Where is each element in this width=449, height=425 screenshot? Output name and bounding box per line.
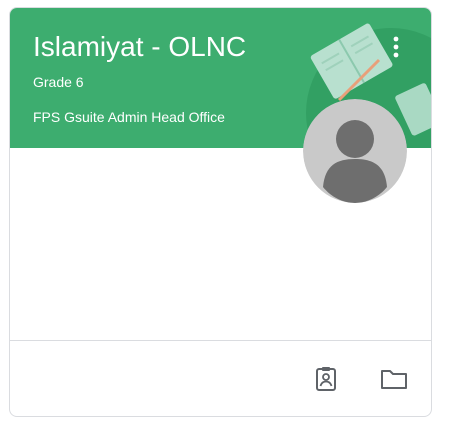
open-gradebook-button[interactable] [310, 363, 342, 395]
class-card: Islamiyat - OLNC Grade 6 FPS Gsuite Admi… [9, 7, 432, 417]
class-owner: FPS Gsuite Admin Head Office [33, 109, 225, 125]
assignment-ind-icon [316, 367, 336, 391]
class-title-link[interactable]: Islamiyat - OLNC [33, 30, 246, 64]
class-section: Grade 6 [33, 74, 84, 90]
default-avatar-icon [303, 99, 407, 203]
folder-icon [381, 370, 407, 389]
teacher-avatar [303, 99, 407, 203]
class-card-footer [10, 340, 431, 416]
more-vert-icon [393, 36, 399, 58]
more-options-button[interactable] [387, 32, 405, 62]
open-class-folder-button[interactable] [378, 363, 410, 395]
